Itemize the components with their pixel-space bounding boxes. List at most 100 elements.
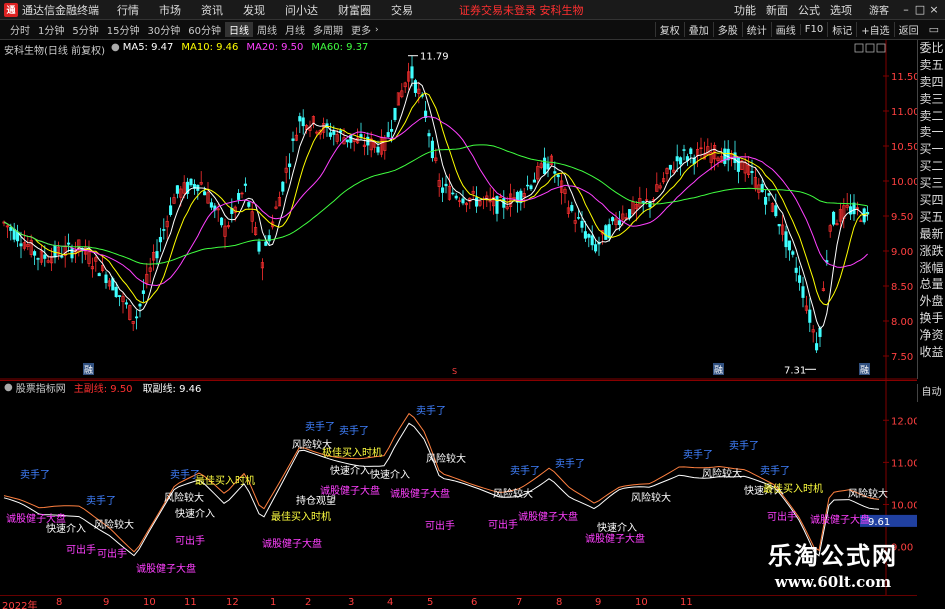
- period-tab-3[interactable]: 15分钟: [103, 22, 144, 37]
- quote-item-8[interactable]: 买三: [918, 175, 945, 192]
- menu-item-3[interactable]: 发现: [233, 2, 275, 18]
- quote-item-5[interactable]: 卖一: [918, 124, 945, 141]
- close-icon[interactable]: ×: [927, 3, 941, 16]
- signal-label: 诚股健子大盘: [136, 564, 196, 575]
- signal-label: 可出手: [66, 545, 96, 556]
- candle-body: [587, 234, 591, 238]
- title-right-menu: 功能 新面 公式 选项: [729, 2, 857, 18]
- candle-body: [787, 240, 791, 251]
- window-control-icon[interactable]: ▭: [923, 23, 945, 36]
- quote-item-15[interactable]: 外盘: [918, 293, 945, 310]
- period-tab-4[interactable]: 30分钟: [143, 22, 184, 37]
- period-tab-10[interactable]: 更多: [347, 22, 375, 37]
- tool-button-7[interactable]: +自选: [856, 22, 893, 37]
- quote-item-1[interactable]: 卖五: [918, 57, 945, 74]
- quote-item-0[interactable]: 委比: [918, 40, 945, 57]
- candle-body: [750, 171, 754, 173]
- period-tab-0[interactable]: 分时: [6, 22, 34, 37]
- period-tab-1[interactable]: 1分钟: [34, 22, 68, 37]
- signal-label: 诚股健子大盘: [810, 515, 870, 526]
- candle-body: [526, 184, 530, 187]
- period-tab-8[interactable]: 月线: [281, 22, 309, 37]
- title-right-item-2[interactable]: 公式: [793, 2, 825, 18]
- quote-item-6[interactable]: 买一: [918, 141, 945, 158]
- menu-item-6[interactable]: 交易: [381, 2, 423, 18]
- candle-body: [641, 201, 645, 203]
- price-tick-label: 8.50: [891, 282, 913, 293]
- title-right-item-0[interactable]: 功能: [729, 2, 761, 18]
- period-tab-7[interactable]: 周线: [253, 22, 281, 37]
- menu-item-2[interactable]: 资讯: [191, 2, 233, 18]
- signal-label: 快速介入: [597, 523, 637, 534]
- period-tab-6[interactable]: 日线: [224, 22, 253, 37]
- candle-body: [162, 229, 166, 231]
- time-axis-label: 11: [680, 597, 693, 608]
- quote-item-13[interactable]: 涨幅: [918, 260, 945, 277]
- menu-item-0[interactable]: 行情: [107, 2, 149, 18]
- candle-body: [220, 217, 224, 226]
- ma-label-1: MA10: 9.46: [181, 42, 239, 53]
- candle-body: [760, 183, 764, 193]
- price-tick-label: 9.50: [891, 212, 913, 223]
- quote-item-14[interactable]: 总量: [918, 276, 945, 293]
- signal-label: 风险较大: [702, 469, 742, 480]
- period-tab-9[interactable]: 多周期: [309, 22, 347, 37]
- time-axis-label: 5: [427, 597, 434, 608]
- signal-label: 可出手: [97, 549, 127, 560]
- tool-button-4[interactable]: 画线: [770, 22, 800, 37]
- candle-body: [9, 227, 13, 231]
- period-tab-2[interactable]: 5分钟: [68, 22, 102, 37]
- quote-item-17[interactable]: 净资: [918, 327, 945, 344]
- quote-item-2[interactable]: 卖四: [918, 74, 945, 91]
- quote-item-9[interactable]: 买四: [918, 192, 945, 209]
- candle-body: [67, 242, 71, 245]
- tool-button-2[interactable]: 多股: [712, 22, 742, 37]
- price-tick-label: 7.50: [891, 352, 913, 363]
- guest-label[interactable]: 游客: [869, 2, 889, 17]
- tool-button-5[interactable]: F10: [799, 24, 827, 35]
- more-arrow-icon[interactable]: ›: [375, 25, 379, 35]
- title-right-item-3[interactable]: 选项: [825, 2, 857, 18]
- login-status: 证券交易未登录 安科生物: [459, 3, 584, 17]
- ma10-line: [3, 92, 868, 306]
- quote-item-4[interactable]: 卖二: [918, 108, 945, 125]
- candle-body: [427, 133, 431, 137]
- tool-button-6[interactable]: 标记: [827, 22, 856, 37]
- tool-button-3[interactable]: 统计: [741, 22, 771, 37]
- candle-body: [155, 251, 159, 259]
- minimize-icon[interactable]: –: [899, 3, 913, 16]
- ma-settings-icon[interactable]: ●: [111, 42, 120, 57]
- candle-body: [668, 164, 672, 170]
- quote-item-16[interactable]: 换手: [918, 310, 945, 327]
- quote-item-3[interactable]: 卖三: [918, 91, 945, 108]
- candle-body: [767, 193, 771, 196]
- indicator-settings-icon[interactable]: ●: [4, 382, 13, 393]
- quote-item-18[interactable]: 收益: [918, 344, 945, 361]
- candle-body: [556, 174, 560, 178]
- quote-item-12[interactable]: 涨跌: [918, 243, 945, 260]
- menu-item-5[interactable]: 财富圈: [328, 2, 381, 18]
- signal-label: 诚股健子大盘: [262, 539, 322, 550]
- candle-body: [124, 302, 128, 305]
- candle-body: [291, 138, 295, 141]
- auto-button[interactable]: 自动: [917, 384, 945, 402]
- candle-body: [543, 157, 547, 174]
- tool-button-1[interactable]: 叠加: [683, 22, 713, 37]
- candle-body: [203, 191, 207, 196]
- tool-button-0[interactable]: 复权: [654, 22, 684, 37]
- menu-item-4[interactable]: 问小达: [275, 2, 328, 18]
- quote-item-7[interactable]: 买二: [918, 158, 945, 175]
- title-bar: 通 通达信金融终端 行情 市场 资讯 发现 问小达 财富圈 交易 证券交易未登录 安科生物 …: [0, 0, 945, 20]
- quote-item-11[interactable]: 最新: [918, 226, 945, 243]
- quote-item-10[interactable]: 买五: [918, 209, 945, 226]
- ma5-line: [3, 82, 868, 330]
- indicator-name[interactable]: 股票指标网: [16, 380, 66, 395]
- time-axis-label: 3: [348, 597, 355, 608]
- indicator-line2: 取副线: 9.46: [142, 384, 202, 395]
- menu-item-1[interactable]: 市场: [149, 2, 191, 18]
- signal-label: 极佳买入时机: [322, 448, 382, 459]
- title-right-item-1[interactable]: 新面: [761, 2, 793, 18]
- maximize-icon[interactable]: □: [913, 3, 927, 16]
- period-tab-5[interactable]: 60分钟: [184, 22, 225, 37]
- tool-button-8[interactable]: 返回: [893, 22, 923, 37]
